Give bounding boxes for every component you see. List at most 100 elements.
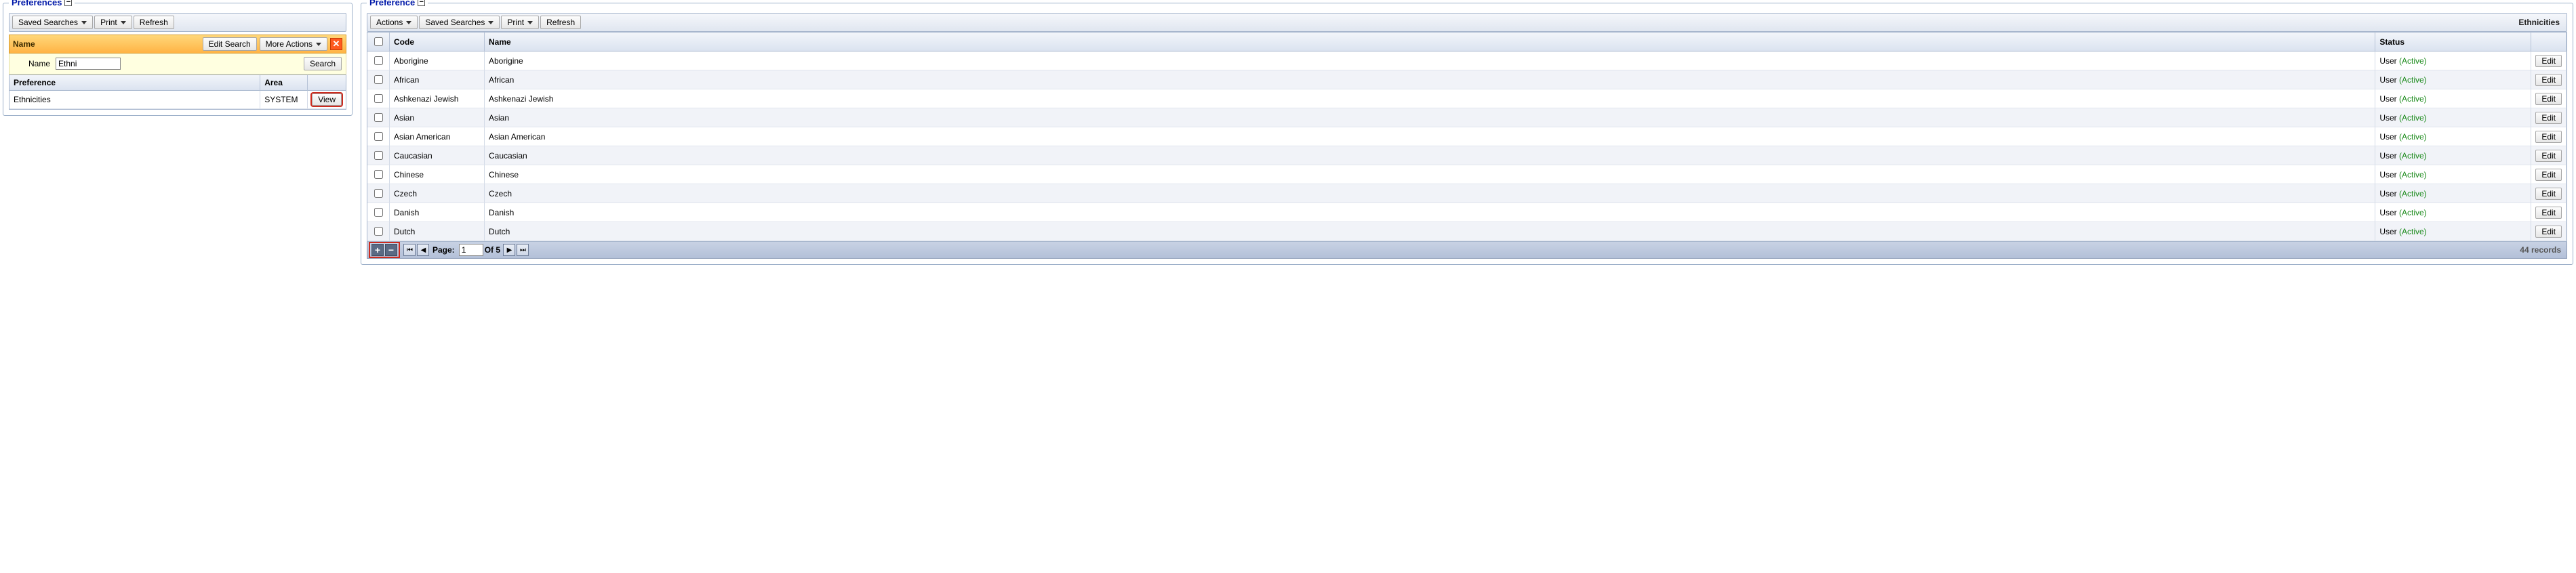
last-page-icon: ⏭ [520, 247, 525, 254]
status-active: (Active) [2399, 56, 2427, 66]
cell-code: Chinese [390, 165, 485, 184]
section-heading: Ethnicities [2518, 18, 2564, 27]
refresh-label: Refresh [140, 18, 168, 27]
edit-button[interactable]: Edit [2535, 74, 2562, 86]
edit-search-button[interactable]: Edit Search [203, 37, 257, 51]
edit-button[interactable]: Edit [2535, 150, 2562, 162]
edit-button[interactable]: Edit [2535, 169, 2562, 181]
preference-title: Preference [369, 0, 415, 7]
status-active: (Active) [2399, 113, 2427, 123]
search-row: Name Search [9, 54, 346, 75]
row-checkbox[interactable] [374, 151, 383, 160]
more-actions-label: More Actions [266, 39, 313, 49]
saved-searches-button[interactable]: Saved Searches [12, 16, 93, 29]
row-checkbox[interactable] [374, 75, 383, 84]
first-page-button[interactable]: ⏮ [403, 244, 416, 256]
search-button[interactable]: Search [304, 57, 342, 70]
print-button[interactable]: Print [501, 16, 539, 29]
status-active: (Active) [2399, 189, 2427, 198]
search-header-bar: Name Edit Search More Actions ✕ [9, 35, 346, 54]
add-row-button[interactable]: + [371, 244, 384, 256]
chevron-down-icon [527, 21, 533, 24]
saved-searches-button[interactable]: Saved Searches [419, 16, 500, 29]
cell-code: Asian American [390, 127, 485, 146]
view-label: View [318, 95, 336, 104]
last-page-button[interactable]: ⏭ [517, 244, 529, 256]
page-input[interactable] [459, 244, 483, 256]
actions-label: Actions [376, 18, 403, 27]
row-checkbox[interactable] [374, 94, 383, 103]
cell-code: Caucasian [390, 146, 485, 165]
cell-name: Caucasian [485, 146, 2375, 165]
cell-status: User (Active) [2375, 146, 2531, 165]
chevron-down-icon [488, 21, 494, 24]
edit-button[interactable]: Edit [2535, 55, 2562, 67]
edit-button[interactable]: Edit [2535, 207, 2562, 219]
preference-panel: Preference − Actions Saved Searches Prin… [361, 3, 2573, 265]
cell-status: User (Active) [2375, 184, 2531, 203]
col-status[interactable]: Status [2375, 32, 2531, 51]
actions-button[interactable]: Actions [370, 16, 418, 29]
status-active: (Active) [2399, 208, 2427, 217]
edit-button[interactable]: Edit [2535, 188, 2562, 200]
cell-status: User (Active) [2375, 203, 2531, 222]
remove-row-button[interactable]: − [385, 244, 397, 256]
table-row: Ethnicities SYSTEM View [9, 91, 346, 109]
cell-status: User (Active) [2375, 89, 2531, 108]
preferences-title: Preferences [12, 0, 62, 7]
col-area[interactable]: Area [260, 75, 308, 91]
select-all-checkbox[interactable] [374, 37, 383, 46]
row-checkbox[interactable] [374, 208, 383, 217]
cell-name: Danish [485, 203, 2375, 222]
chevron-down-icon [81, 21, 87, 24]
name-field-label: Name [28, 59, 50, 68]
row-checkbox[interactable] [374, 170, 383, 179]
edit-button[interactable]: Edit [2535, 112, 2562, 124]
cell-name: African [485, 70, 2375, 89]
col-code[interactable]: Code [390, 32, 485, 51]
collapse-icon[interactable]: − [64, 0, 72, 6]
close-icon[interactable]: ✕ [330, 38, 342, 50]
table-row: DanishDanishUser (Active)Edit [367, 203, 2567, 222]
col-name[interactable]: Name [485, 32, 2375, 51]
cell-status: User (Active) [2375, 165, 2531, 184]
row-checkbox[interactable] [374, 132, 383, 141]
print-label: Print [507, 18, 524, 27]
edit-button[interactable]: Edit [2535, 131, 2562, 143]
edit-button[interactable]: Edit [2535, 226, 2562, 238]
name-input[interactable] [56, 58, 121, 70]
status-active: (Active) [2399, 75, 2427, 85]
right-toolbar: Actions Saved Searches Print Refresh Eth… [367, 13, 2567, 32]
cell-name: Ashkenazi Jewish [485, 89, 2375, 108]
cell-status: User (Active) [2375, 70, 2531, 89]
cell-code: Danish [390, 203, 485, 222]
pager: + − ⏮ ◀ Page: Of 5 ▶ ⏭ 44 records [367, 242, 2567, 259]
status-active: (Active) [2399, 132, 2427, 142]
cell-name: Dutch [485, 222, 2375, 241]
table-row: ChineseChineseUser (Active)Edit [367, 165, 2567, 184]
more-actions-button[interactable]: More Actions [260, 37, 327, 51]
status-active: (Active) [2399, 170, 2427, 179]
cell-preference: Ethnicities [9, 91, 260, 109]
next-page-icon: ▶ [507, 247, 512, 254]
table-row: CaucasianCaucasianUser (Active)Edit [367, 146, 2567, 165]
cell-status: User (Active) [2375, 127, 2531, 146]
view-button[interactable]: View [312, 93, 342, 106]
preference-legend: Preference − [367, 0, 428, 7]
left-toolbar: Saved Searches Print Refresh [9, 13, 346, 32]
refresh-button[interactable]: Refresh [134, 16, 174, 29]
table-row: AfricanAfricanUser (Active)Edit [367, 70, 2567, 89]
print-button[interactable]: Print [94, 16, 132, 29]
row-checkbox[interactable] [374, 56, 383, 65]
collapse-icon[interactable]: − [418, 0, 425, 6]
col-preference[interactable]: Preference [9, 75, 260, 91]
cell-name: Asian [485, 108, 2375, 127]
col-edit [2531, 32, 2567, 51]
row-checkbox[interactable] [374, 227, 383, 236]
next-page-button[interactable]: ▶ [503, 244, 515, 256]
row-checkbox[interactable] [374, 189, 383, 198]
edit-button[interactable]: Edit [2535, 93, 2562, 105]
row-checkbox[interactable] [374, 113, 383, 122]
refresh-button[interactable]: Refresh [540, 16, 581, 29]
prev-page-button[interactable]: ◀ [417, 244, 429, 256]
